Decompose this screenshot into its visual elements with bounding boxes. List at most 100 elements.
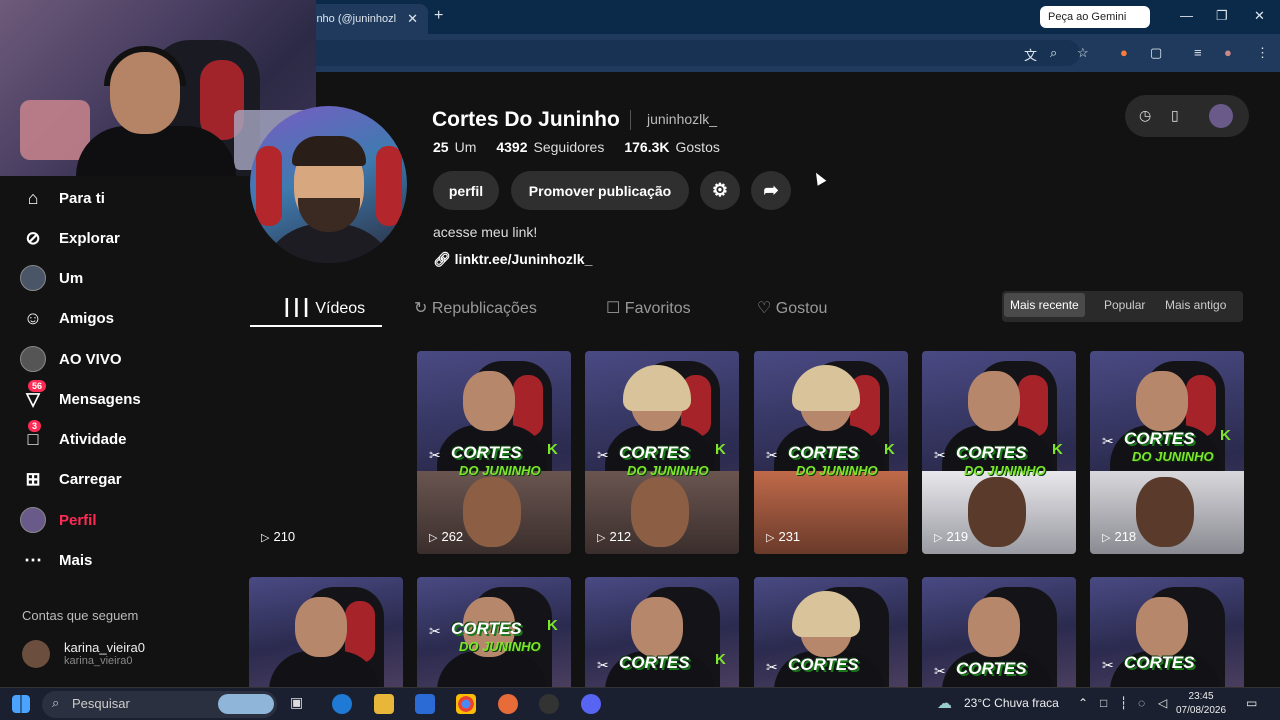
weather-widget-icon[interactable] — [218, 694, 274, 714]
gemini-button[interactable]: Peça ao Gemini — [1040, 6, 1150, 28]
store-icon[interactable] — [415, 694, 435, 714]
gemini-label: Peça ao Gemini — [1048, 11, 1127, 23]
chevron-up-icon[interactable]: ⌃ — [1078, 696, 1088, 710]
sidebar-item-para-ti[interactable]: ⌂ Para ti — [20, 183, 105, 213]
video-thumbnail[interactable]: ✂ CORTES — [922, 577, 1076, 687]
avatar-icon — [20, 265, 46, 291]
edit-profile-button[interactable]: perfil — [433, 171, 499, 210]
avatar[interactable] — [1209, 104, 1233, 128]
video-thumbnail[interactable] — [249, 577, 403, 687]
video-thumbnail[interactable]: ✂CORTESDO JUNINHOK 219 — [922, 351, 1076, 554]
thumb-face — [1136, 477, 1194, 547]
sidebar-item-mais[interactable]: ⋯ Mais — [20, 545, 92, 575]
tab-videos[interactable]: ┃┃┃ Vídeos — [282, 298, 365, 318]
scissors-icon: ✂ — [429, 447, 441, 463]
followers-stat[interactable]: 4392 Seguidores — [496, 139, 604, 155]
divider — [630, 110, 631, 130]
thumb-head — [1136, 371, 1188, 431]
video-thumbnail[interactable]: ✂ CORTES — [1090, 577, 1244, 687]
following-stat[interactable]: 25 Um — [433, 139, 476, 155]
video-thumbnail[interactable]: ✂CORTESDO JUNINHOK 231 — [754, 351, 908, 554]
profile-toolbar: ◷ ▯ — [1125, 95, 1249, 137]
avatar-chair-left — [256, 146, 282, 226]
tab-republicacoes[interactable]: ↻ Republicações — [414, 298, 537, 318]
video-thumbnail[interactable]: ✂ CORTES DO JUNINHO K — [417, 577, 571, 687]
browser-avatar-icon[interactable]: ● — [1224, 45, 1232, 60]
video-thumbnail[interactable]: ✂CORTESDO JUNINHOK 218 — [1090, 351, 1244, 554]
sort-option-oldest[interactable]: Mais antigo — [1165, 298, 1226, 312]
weather-text[interactable]: 23°C Chuva fraca — [964, 696, 1059, 710]
discord-icon[interactable] — [581, 694, 601, 714]
promote-post-button[interactable]: Promover publicação — [511, 171, 689, 210]
volume-icon[interactable]: ◁ — [1158, 696, 1167, 710]
sidebar-item-perfil[interactable]: Perfil — [20, 505, 97, 535]
network-icon[interactable]: □ — [1100, 696, 1107, 710]
thumb-face — [631, 477, 689, 547]
sidebar-item-carregar[interactable]: ⊞ Carregar — [20, 464, 121, 494]
windows-start-icon[interactable] — [12, 695, 30, 713]
zoom-icon[interactable]: ⌕ — [1050, 45, 1057, 61]
minimize-icon[interactable]: — — [1180, 8, 1193, 23]
tab-gostou[interactable]: ♡ Gostou — [757, 298, 827, 318]
video-thumbnail[interactable]: ✂ CORTES K — [585, 577, 739, 687]
share-icon[interactable]: ➦ — [751, 171, 791, 210]
cortes-logo: ✂ CORTES — [934, 659, 1027, 679]
messages-badge: 56 — [28, 380, 47, 392]
system-clock[interactable]: 23:45 07/08/2026 — [1176, 690, 1226, 718]
phone-icon[interactable]: ▯ — [1171, 107, 1179, 124]
sidebar-item-amigos[interactable]: ☺ Amigos — [20, 303, 114, 333]
sidebar-item-atividade[interactable]: □ 3 Atividade — [20, 420, 127, 454]
upload-icon: ⊞ — [25, 468, 41, 489]
video-thumbnail[interactable]: ✂CORTESDO JUNINHOK 212 — [585, 351, 739, 554]
likes-stat: 176.3K Gostos — [624, 139, 720, 155]
scissors-icon: ✂ — [766, 447, 778, 463]
following-account[interactable]: karina_vieira0 karina_vieira0 — [22, 640, 145, 668]
live-icon — [20, 346, 46, 372]
profile-link[interactable]: 🔗︎ linktr.ee/Juninhozlk_ — [433, 251, 592, 268]
profile-avatar[interactable] — [250, 106, 407, 263]
bookmark-star-icon[interactable]: ☆ — [1077, 45, 1089, 61]
wifi-icon[interactable]: ◌ — [1138, 696, 1145, 710]
tab-favoritos[interactable]: ☐ Favoritos — [606, 298, 691, 318]
clock-time: 23:45 — [1188, 691, 1214, 702]
task-view-icon[interactable]: ▣ — [290, 694, 310, 714]
scissors-icon: ✂ — [766, 659, 778, 675]
history-icon[interactable]: ◷ — [1139, 107, 1151, 124]
cortes-logo: ✂ CORTES DO JUNINHO K — [766, 441, 895, 478]
microphone-icon[interactable]: ┆ — [1120, 696, 1127, 710]
sidebar-item-explorar[interactable]: ⊘ Explorar — [20, 223, 119, 253]
video-thumbnail[interactable]: ✂CORTESDO JUNINHOK 262 — [417, 351, 571, 554]
maximize-icon[interactable]: ❐ — [1216, 8, 1228, 24]
compass-icon: ⊘ — [25, 227, 41, 248]
profile-handle: juninhozlk_ — [647, 111, 718, 127]
thumb-head — [968, 371, 1020, 431]
browser-tab[interactable]: inho (@juninhozl ✕ — [300, 4, 428, 34]
reading-list-icon[interactable]: ≡ — [1194, 45, 1202, 60]
clock-date: 07/08/2026 — [1176, 705, 1227, 716]
extension-icon[interactable]: ● — [1120, 45, 1128, 60]
browser-menu-icon[interactable]: ⋮ — [1256, 45, 1269, 61]
thumb-head — [463, 371, 515, 431]
address-bar[interactable] — [300, 40, 1080, 66]
sort-option-recent[interactable]: Mais recente — [1004, 293, 1085, 317]
notifications-icon[interactable]: ▭ — [1246, 696, 1257, 710]
close-window-icon[interactable]: ✕ — [1254, 8, 1265, 24]
sidebar-item-mensagens[interactable]: ▽ 56 Mensagens — [20, 380, 141, 414]
settings-icon[interactable]: ⚙ — [700, 171, 740, 210]
new-tab-button[interactable]: + — [434, 7, 443, 25]
avatar-chair-right — [376, 146, 402, 226]
video-thumbnail[interactable]: 210 — [249, 351, 403, 554]
obs-icon[interactable] — [539, 694, 559, 714]
sidebar-item-um[interactable]: Um — [20, 263, 83, 293]
app-icon[interactable] — [498, 694, 518, 714]
edge-icon[interactable] — [332, 694, 352, 714]
profile-name: Cortes Do Juninho — [432, 108, 620, 131]
sidebar-item-ao-vivo[interactable]: AO VIVO — [20, 344, 122, 374]
chrome-icon[interactable] — [456, 694, 476, 714]
tab-close-icon[interactable]: ✕ — [407, 11, 418, 27]
sort-option-popular[interactable]: Popular — [1104, 298, 1145, 312]
file-explorer-icon[interactable] — [374, 694, 394, 714]
video-thumbnail[interactable]: ✂ CORTES — [754, 577, 908, 687]
puzzle-icon[interactable]: ▢ — [1150, 45, 1162, 61]
translate-icon[interactable]: 文 — [1024, 45, 1037, 64]
